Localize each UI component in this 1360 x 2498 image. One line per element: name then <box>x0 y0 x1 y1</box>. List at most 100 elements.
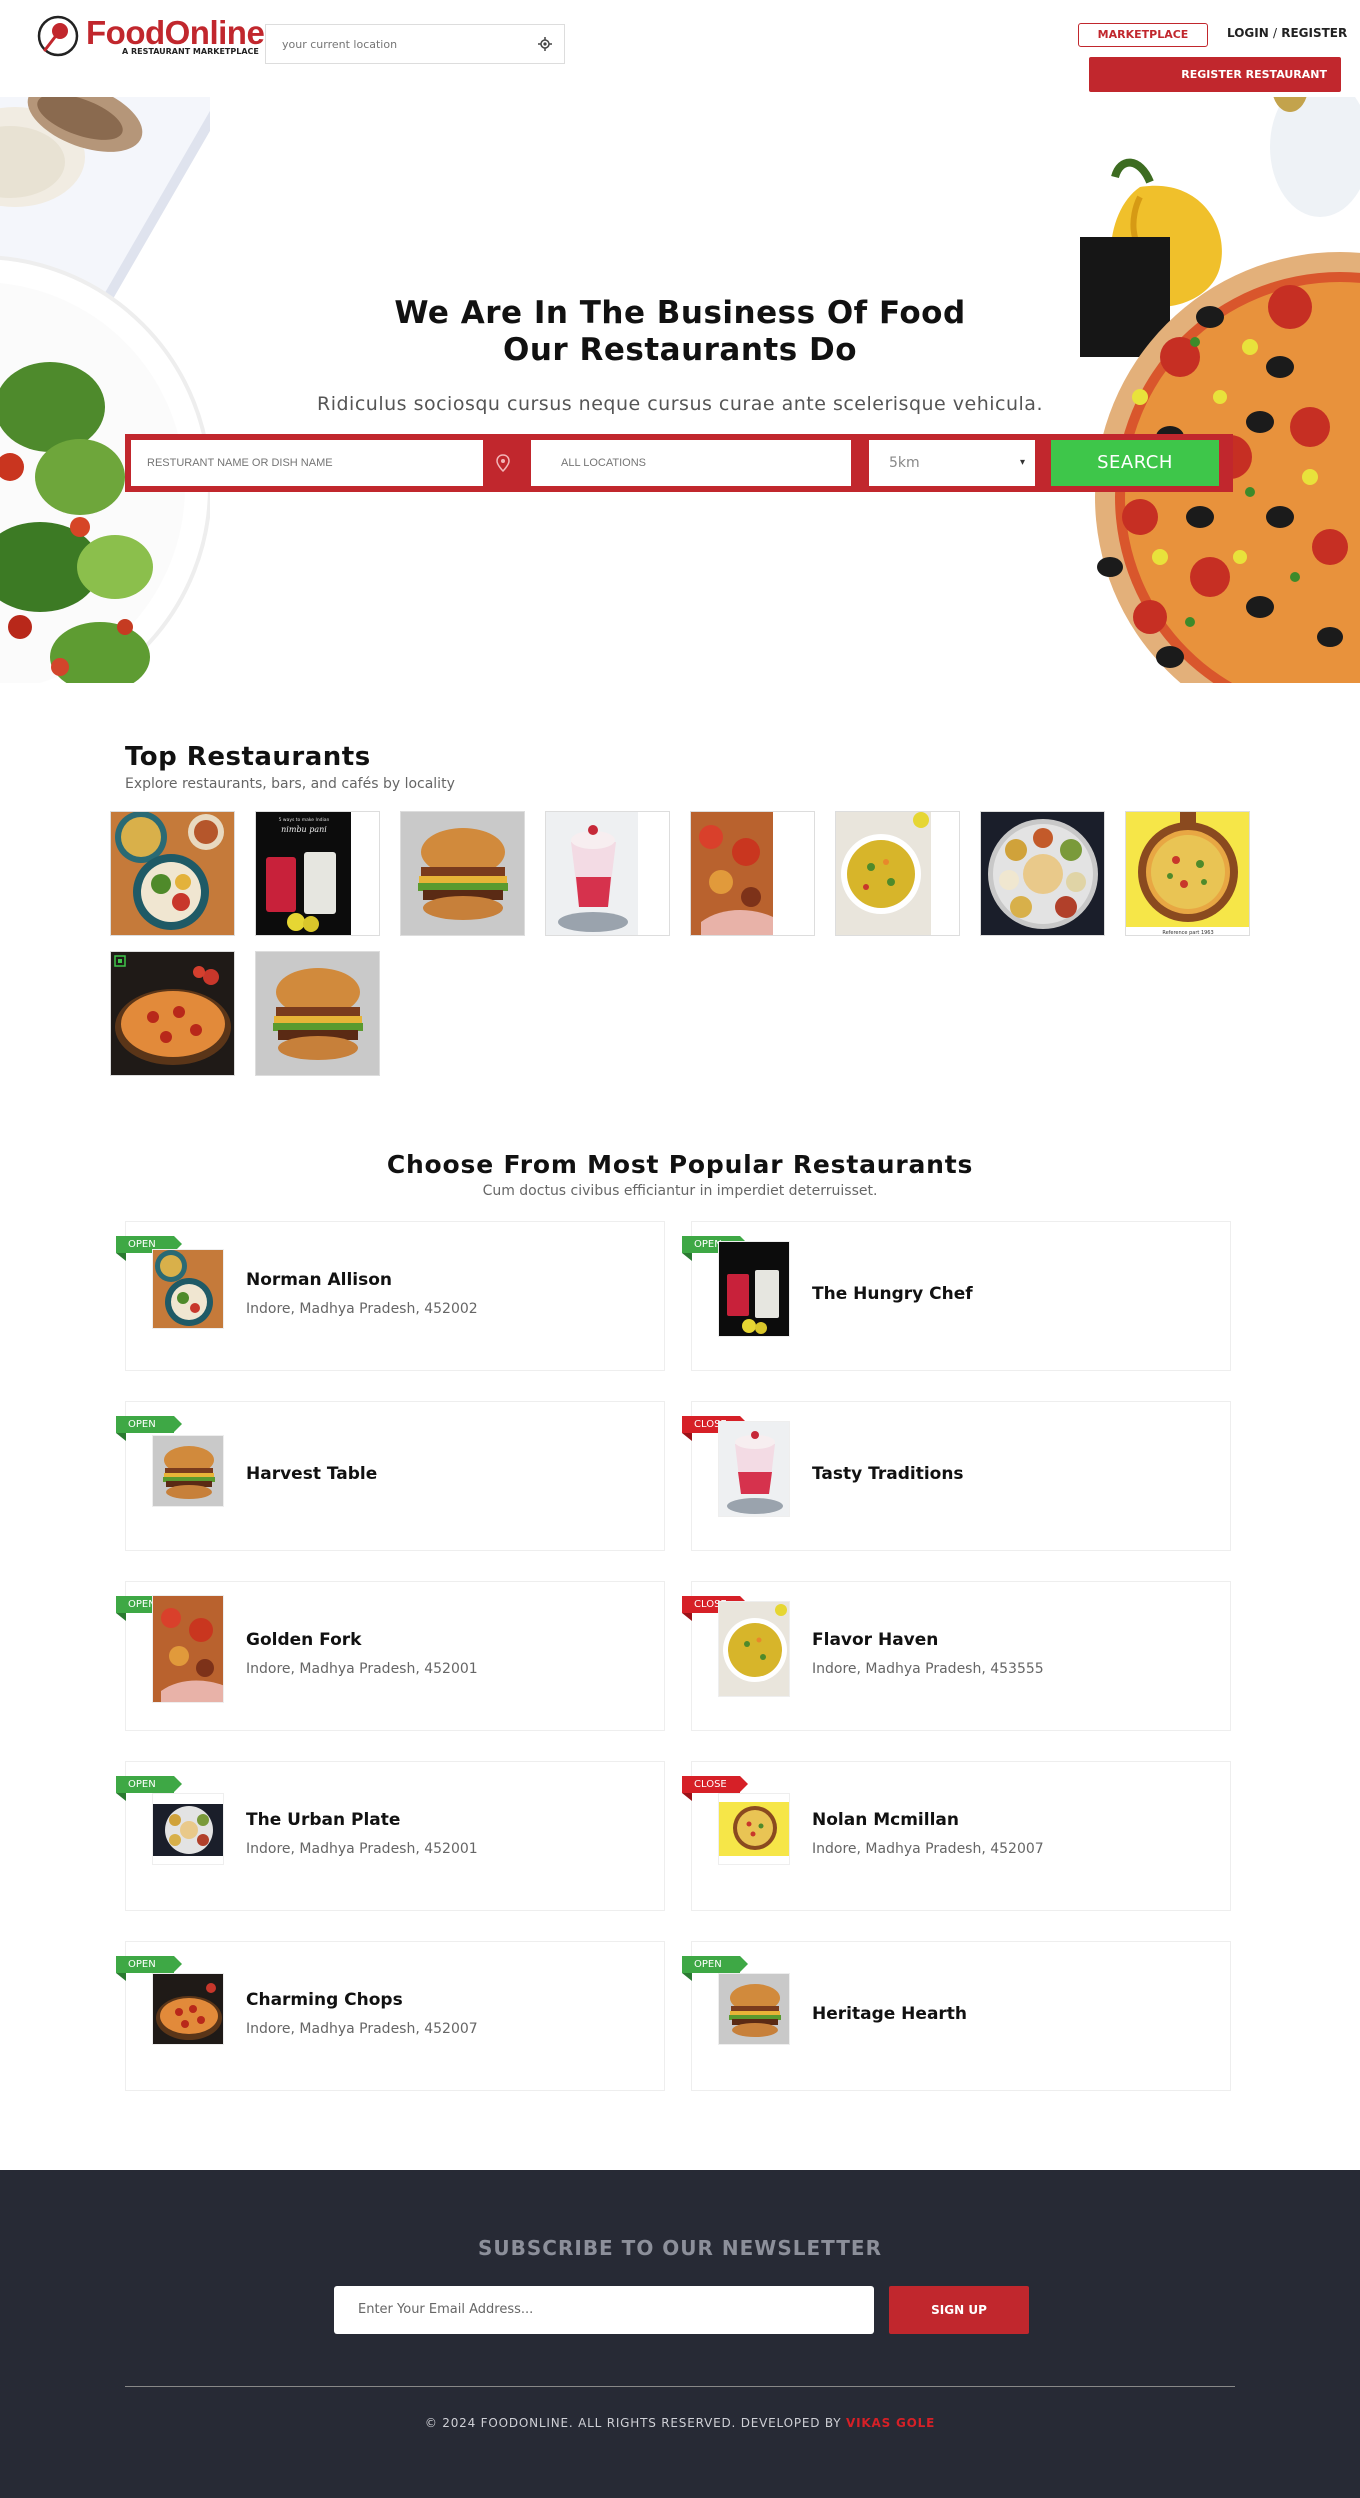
footer-divider <box>125 2386 1235 2387</box>
location-input[interactable] <box>531 440 851 486</box>
pizza-image <box>1080 97 1360 683</box>
falooda-image <box>546 812 669 935</box>
restaurant-name[interactable]: Tasty Traditions <box>812 1464 964 1484</box>
restaurant-address: Indore, Madhya Pradesh, 452002 <box>246 1301 478 1317</box>
top-restaurant-thumb[interactable] <box>835 811 960 936</box>
copyright-text: © 2024 FOODONLINE. ALL RIGHTS RESERVED. … <box>424 2416 842 2430</box>
restaurant-name[interactable]: Harvest Table <box>246 1464 377 1484</box>
site-footer: SUBSCRIBE TO OUR NEWSLETTER Enter Your E… <box>0 2170 1360 2498</box>
top-restaurant-thumb[interactable] <box>690 811 815 936</box>
burger-image <box>256 952 379 1075</box>
food-bowls-image <box>111 812 234 935</box>
current-location-input[interactable] <box>266 25 526 63</box>
newsletter-email-input[interactable]: Enter Your Email Address... <box>334 2286 874 2334</box>
auth-links: LOGIN / REGISTER <box>1227 26 1347 40</box>
current-location-field[interactable] <box>265 24 565 64</box>
search-button[interactable]: SEARCH <box>1051 440 1219 486</box>
top-restaurant-thumb[interactable] <box>980 811 1105 936</box>
hero-subtitle: Ridiculus sociosqu cursus neque cursus c… <box>317 393 1043 415</box>
pizza-caption: Reference part 1963 <box>1162 930 1213 936</box>
restaurant-card[interactable]: CLOSE Nolan Mcmillan Indore, Madhya Prad… <box>682 1761 1231 1911</box>
restaurant-card[interactable]: OPEN Harvest Table <box>116 1401 665 1551</box>
restaurant-card[interactable]: CLOSE Flavor Haven Indore, Madhya Prades… <box>682 1581 1231 1731</box>
restaurant-image <box>718 1793 790 1865</box>
restaurant-image <box>718 1241 790 1337</box>
status-badge: OPEN <box>116 1416 182 1441</box>
crosshair-icon[interactable] <box>538 37 552 51</box>
thali-image <box>981 812 1104 935</box>
pizza-board-image: Reference part 1963 <box>1126 812 1249 936</box>
restaurant-card[interactable]: OPEN Heritage Hearth <box>682 1941 1231 2091</box>
status-badge: CLOSE <box>682 1776 748 1801</box>
restaurant-address: Indore, Madhya Pradesh, 452001 <box>246 1661 478 1677</box>
top-restaurant-thumb[interactable]: 5 ways to make Indian nimbu pani <box>255 811 380 936</box>
auth-separator: / <box>1272 26 1278 40</box>
hero-title-line-1: We Are In The Business Of Food <box>394 295 966 331</box>
logo-tagline: A RESTAURANT MARKETPLACE <box>122 47 259 56</box>
top-restaurants-subtitle: Explore restaurants, bars, and cafés by … <box>125 776 455 792</box>
restaurant-name[interactable]: The Hungry Chef <box>812 1284 973 1304</box>
top-restaurants-title: Top Restaurants <box>125 742 371 772</box>
popular-restaurants-title: Choose From Most Popular Restaurants <box>386 1150 974 1179</box>
marketplace-button[interactable]: MARKETPLACE <box>1078 23 1208 47</box>
restaurant-address: Indore, Madhya Pradesh, 452007 <box>812 1841 1044 1857</box>
restaurant-name-input[interactable] <box>131 440 483 486</box>
restaurant-address: Indore, Madhya Pradesh, 453555 <box>812 1661 1044 1677</box>
nimbu-caption: nimbu pani <box>281 825 327 834</box>
restaurant-image <box>718 1973 790 2045</box>
logo-icon <box>37 15 79 57</box>
register-restaurant-button[interactable]: REGISTER RESTAURANT <box>1089 57 1341 92</box>
sign-up-button[interactable]: SIGN UP <box>889 2286 1029 2334</box>
top-restaurant-thumb[interactable] <box>255 951 380 1076</box>
restaurant-name[interactable]: Golden Fork <box>246 1630 361 1650</box>
site-header: FoodOnline A RESTAURANT MARKETPLACE MARK… <box>0 0 1360 97</box>
salad-plate-image <box>0 97 210 683</box>
hero-title-line-2: Our Restaurants Do <box>502 332 858 368</box>
newsletter-title: SUBSCRIBE TO OUR NEWSLETTER <box>478 2236 882 2260</box>
chevron-down-icon: ▾ <box>1019 457 1025 468</box>
restaurant-name[interactable]: The Urban Plate <box>246 1810 400 1830</box>
restaurant-image <box>152 1249 224 1329</box>
developer-link[interactable]: VIKAS GOLE <box>846 2416 935 2430</box>
hero-title: We Are In The Business Of Food Our Resta… <box>380 295 980 369</box>
popular-restaurants-subtitle: Cum doctus civibus efficiantur in imperd… <box>482 1183 878 1199</box>
top-restaurant-thumb[interactable] <box>545 811 670 936</box>
restaurant-address: Indore, Madhya Pradesh, 452007 <box>246 2021 478 2037</box>
register-link[interactable]: REGISTER <box>1281 26 1347 40</box>
top-restaurant-thumb[interactable] <box>400 811 525 936</box>
radius-select-value: 5km <box>889 455 920 471</box>
logo[interactable]: FoodOnline A RESTAURANT MARKETPLACE <box>36 12 265 60</box>
copyright: © 2024 FOODONLINE. ALL RIGHTS RESERVED. … <box>280 2416 1080 2430</box>
restaurant-name[interactable]: Charming Chops <box>246 1990 403 2010</box>
login-link[interactable]: LOGIN <box>1227 26 1269 40</box>
restaurant-image <box>152 1973 224 2045</box>
restaurant-image <box>718 1601 790 1697</box>
restaurant-card[interactable]: OPEN Charming Chops Indore, Madhya Prade… <box>116 1941 665 2091</box>
pizza-slice-image <box>691 812 814 935</box>
burger-image <box>401 812 524 935</box>
poha-image <box>836 812 959 935</box>
restaurant-name[interactable]: Flavor Haven <box>812 1630 938 1650</box>
restaurant-name[interactable]: Nolan Mcmillan <box>812 1810 959 1830</box>
radius-select[interactable]: 5km ▾ <box>869 440 1035 486</box>
status-badge: OPEN <box>682 1956 748 1981</box>
restaurant-card[interactable]: OPEN Norman Allison Indore, Madhya Prade… <box>116 1221 665 1371</box>
top-restaurant-thumb[interactable] <box>110 951 235 1076</box>
nimbu-pani-image: 5 ways to make Indian nimbu pani <box>256 812 379 935</box>
top-restaurant-thumb[interactable]: Reference part 1963 <box>1125 811 1250 936</box>
restaurant-card[interactable]: OPEN Golden Fork Indore, Madhya Pradesh,… <box>116 1581 665 1731</box>
restaurant-image <box>718 1421 790 1517</box>
restaurant-name[interactable]: Heritage Hearth <box>812 2004 967 2024</box>
status-badge: OPEN <box>116 1776 182 1801</box>
map-pin-icon <box>496 454 510 472</box>
restaurant-image <box>152 1595 224 1703</box>
restaurant-card[interactable]: CLOSE Tasty Traditions <box>682 1401 1231 1551</box>
restaurant-name[interactable]: Norman Allison <box>246 1270 392 1290</box>
pepperoni-pizza-image <box>111 952 234 1075</box>
status-badge: OPEN <box>116 1956 182 1981</box>
restaurant-image <box>152 1793 224 1865</box>
restaurant-card[interactable]: OPEN The Hungry Chef <box>682 1221 1231 1371</box>
restaurant-card[interactable]: OPEN The Urban Plate Indore, Madhya Prad… <box>116 1761 665 1911</box>
top-restaurant-thumb[interactable] <box>110 811 235 936</box>
nimbu-small-caption: 5 ways to make Indian <box>279 817 330 823</box>
